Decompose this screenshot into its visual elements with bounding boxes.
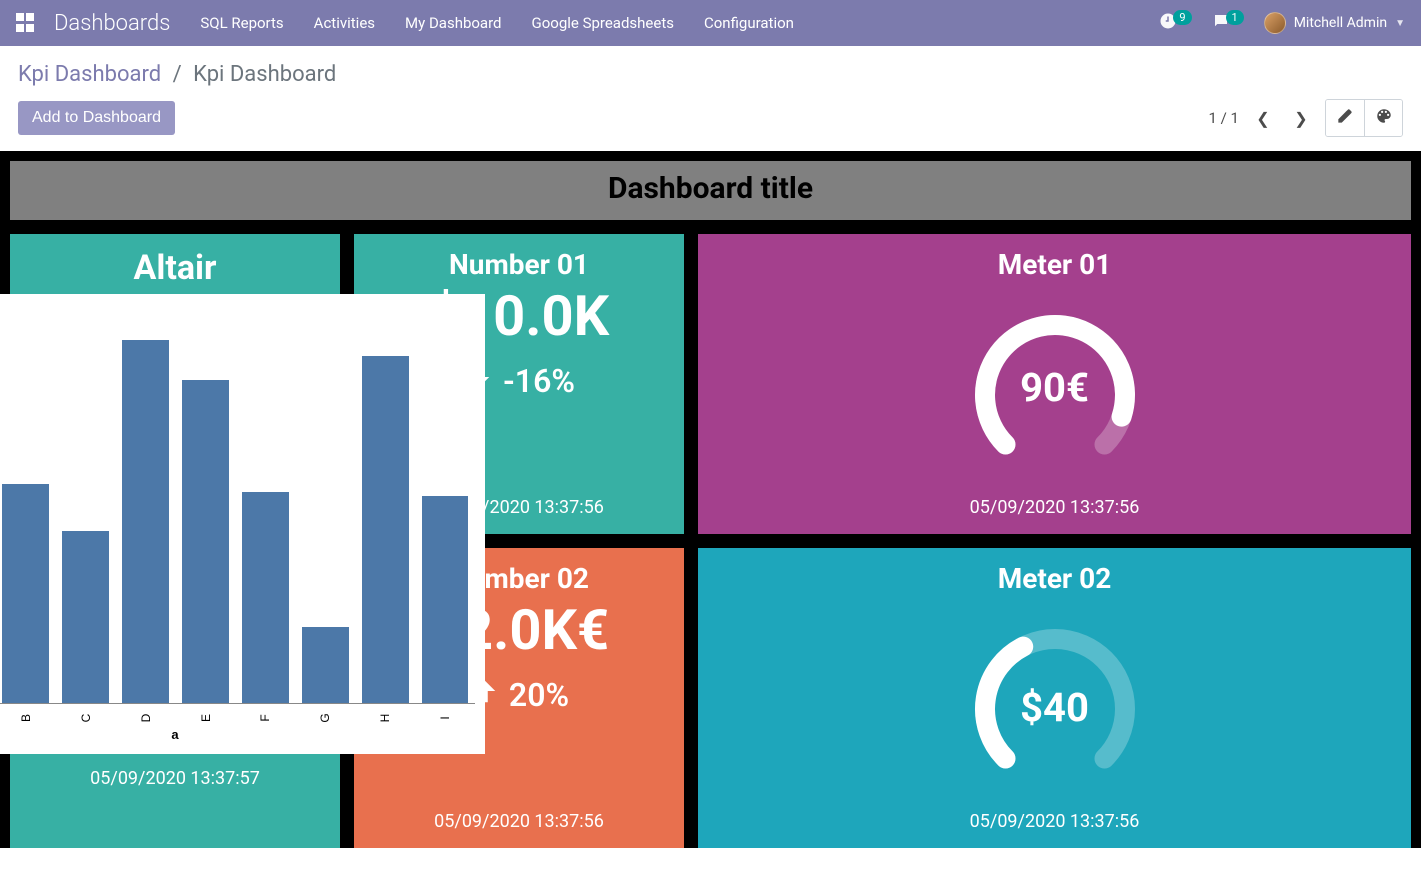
nav-configuration[interactable]: Configuration (704, 14, 794, 32)
message-count: 1 (1226, 10, 1244, 25)
pager-prev[interactable]: ❮ (1249, 102, 1277, 134)
bar-chart: b a 0102030405060708090100ABCDEFGHI (0, 294, 485, 754)
tile-timestamp: 05/09/2020 13:37:56 (970, 497, 1140, 518)
edit-button[interactable] (1326, 100, 1364, 136)
breadcrumb-current: Kpi Dashboard (193, 62, 336, 87)
x-tick: C (79, 714, 93, 723)
x-tick: D (139, 714, 153, 723)
messages-indicator[interactable]: 1 (1212, 12, 1244, 34)
top-nav: Dashboards SQL Reports Activities My Das… (0, 0, 1421, 46)
dashboard-title: Dashboard title (10, 171, 1411, 206)
tile-meter-02[interactable]: Meter 02 $40 05/09/2020 13:37:56 (698, 548, 1411, 848)
tile-title: Number 01 (449, 248, 589, 281)
tile-altair-chart[interactable]: Altair b a 0102030405060708090100ABCDEFG… (10, 234, 340, 848)
gauge-value: $40 (1020, 684, 1089, 731)
pager-next[interactable]: ❯ (1287, 102, 1315, 134)
user-name: Mitchell Admin (1294, 15, 1387, 31)
nav-google-spreadsheets[interactable]: Google Spreadsheets (532, 14, 674, 32)
breadcrumb: Kpi Dashboard / Kpi Dashboard (18, 62, 1403, 87)
nav-menu: SQL Reports Activities My Dashboard Goog… (200, 14, 794, 32)
breadcrumb-root[interactable]: Kpi Dashboard (18, 62, 161, 87)
x-tick: B (19, 714, 33, 722)
x-tick: I (438, 716, 452, 719)
gauge-value: 90€ (1020, 364, 1089, 411)
x-tick: E (199, 714, 213, 722)
tile-timestamp: 05/09/2020 13:37:56 (970, 811, 1140, 832)
activity-indicator[interactable]: 9 (1159, 12, 1191, 34)
tile-title: Meter 01 (998, 248, 1112, 281)
activity-count: 9 (1173, 10, 1191, 25)
nav-my-dashboard[interactable]: My Dashboard (405, 14, 501, 32)
tile-title: Altair (134, 248, 217, 288)
bar (62, 531, 109, 703)
dashboard-canvas: Dashboard title Number 01 $10.0K -16% 05… (0, 151, 1421, 848)
view-switcher (1325, 99, 1403, 137)
add-to-dashboard-button[interactable]: Add to Dashboard (18, 101, 175, 135)
avatar (1264, 12, 1286, 34)
bar (122, 340, 169, 703)
bar (182, 380, 229, 703)
bar (2, 484, 49, 703)
bar (242, 492, 289, 703)
tile-timestamp: 05/09/2020 13:37:57 (90, 768, 260, 789)
user-menu[interactable]: Mitchell Admin ▼ (1264, 12, 1405, 34)
gauge: 90€ (955, 295, 1155, 455)
bar (422, 496, 469, 703)
dashboard-title-bar: Dashboard title (10, 161, 1411, 220)
pencil-icon (1337, 108, 1353, 129)
bar (302, 627, 349, 703)
apps-icon[interactable] (16, 13, 36, 33)
delta-text: -16% (503, 362, 575, 400)
tile-title: Meter 02 (998, 562, 1112, 595)
chevron-down-icon: ▼ (1395, 18, 1405, 29)
x-tick: F (258, 714, 272, 721)
tile-meter-01[interactable]: Meter 01 90€ 05/09/2020 13:37:56 (698, 234, 1411, 534)
subheader: Kpi Dashboard / Kpi Dashboard Add to Das… (0, 46, 1421, 145)
nav-activities[interactable]: Activities (314, 14, 375, 32)
delta-text: 20% (509, 676, 569, 714)
nav-sql-reports[interactable]: SQL Reports (200, 14, 283, 32)
pager: 1 / 1 ❮ ❯ (1209, 102, 1316, 134)
tile-timestamp: 05/09/2020 13:37:56 (434, 811, 604, 832)
bar (362, 356, 409, 703)
app-title[interactable]: Dashboards (54, 11, 170, 36)
gauge: $40 (955, 609, 1155, 769)
x-tick: G (318, 713, 332, 722)
x-tick: H (378, 714, 392, 723)
pager-text: 1 / 1 (1209, 109, 1240, 127)
palette-button[interactable] (1364, 100, 1402, 136)
x-axis-label: a (171, 727, 178, 742)
palette-icon (1375, 107, 1393, 130)
breadcrumb-sep: / (173, 62, 182, 87)
